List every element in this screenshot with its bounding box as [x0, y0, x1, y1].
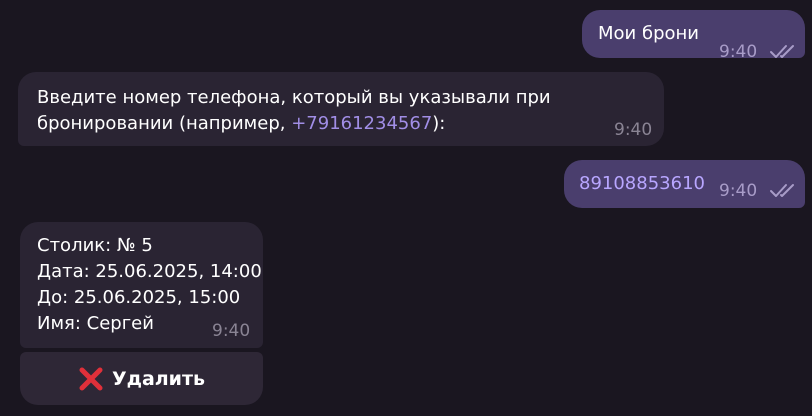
message-text: Введите номер телефона, который вы указы… [37, 85, 597, 137]
booking-table: Столик: № 5 [37, 235, 153, 256]
message-text-part: ): [432, 113, 446, 134]
incoming-message-booking-details: Столик: № 5 Дата: 25.06.2025, 14:00 До: … [20, 222, 263, 348]
booking-until: До: 25.06.2025, 15:00 [37, 287, 241, 308]
phone-link[interactable]: +79161234567 [291, 113, 432, 134]
message-time: 9:40 [719, 181, 758, 201]
incoming-message-phone-prompt: Введите номер телефона, который вы указы… [18, 72, 664, 146]
message-time: 9:40 [719, 42, 758, 62]
double-check-icon [770, 184, 794, 197]
cross-mark-icon [79, 367, 103, 390]
double-check-icon [770, 45, 794, 58]
message-text[interactable]: 89108853610 [579, 171, 705, 197]
outgoing-message-phone-number: 89108853610 9:40 [564, 160, 805, 208]
delete-button-label: Удалить [111, 367, 206, 390]
outgoing-message-my-bookings: Мои брони 9:40 [582, 10, 805, 62]
delete-button[interactable]: Удалить [20, 352, 263, 405]
booking-date: Дата: 25.06.2025, 14:00 [37, 261, 262, 282]
message-time: 9:40 [212, 321, 251, 341]
message-text: Мои брони [598, 23, 699, 44]
message-time: 9:40 [614, 120, 653, 140]
